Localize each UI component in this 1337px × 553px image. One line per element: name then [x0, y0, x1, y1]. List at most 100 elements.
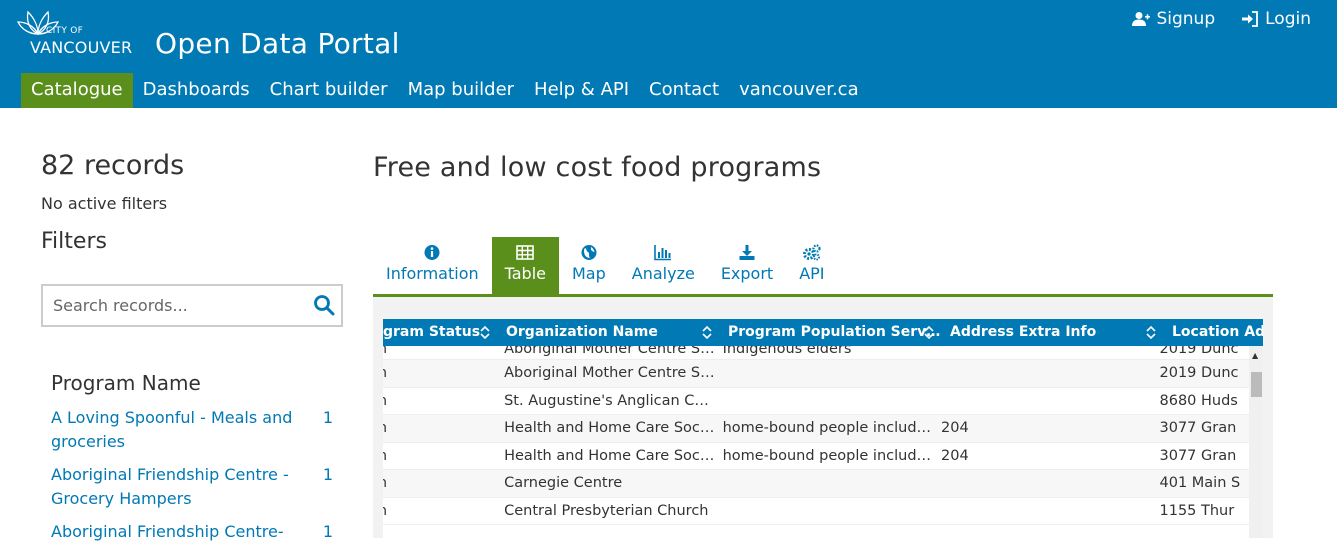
tab-map-label: Map [572, 264, 606, 283]
facet-item-count: 1 [322, 465, 333, 484]
table-cell: 1155 Thur [1159, 502, 1235, 519]
table-cell: 3077 Gran [1159, 420, 1237, 436]
table-cell: Health and Home Care Soci… [504, 420, 715, 436]
nav-chart-builder[interactable]: Chart builder [260, 73, 398, 108]
table-cell: Health and Home Care Soci… [504, 447, 715, 464]
active-filters-status: No active filters [41, 194, 168, 213]
table-cell: Aboriginal Mother Centre S… [504, 365, 715, 381]
bar-chart-icon [654, 245, 672, 261]
tab-export[interactable]: Export [708, 237, 786, 294]
signup-label: Signup [1156, 9, 1216, 29]
search-records-box [41, 284, 343, 327]
column-header-label: Address Extra Info [950, 324, 1097, 340]
table-cell: 401 Main S [1159, 475, 1241, 491]
city-of-vancouver-logo[interactable]: CITY OF VANCOUVER [16, 8, 134, 58]
facet-item[interactable]: Aboriginal Friendship Centre- 1 [51, 520, 341, 544]
table-cell [933, 360, 1151, 387]
sign-in-icon [1242, 11, 1259, 27]
sort-icon[interactable] [480, 325, 490, 340]
table-cell: en [383, 346, 496, 360]
table-row[interactable]: en Aboriginal Mother Centre S… 2019 Dunc [383, 360, 1249, 388]
table-cell: en [383, 388, 496, 415]
logo-city-text: CITY OF [46, 26, 84, 36]
column-header-program-population-served[interactable]: Program Population Serv… [720, 319, 942, 346]
table-cell: home-bound people includ… [722, 447, 932, 464]
nav-dashboards[interactable]: Dashboards [133, 73, 260, 108]
nav-help-api[interactable]: Help & API [524, 73, 639, 108]
table-cell: 204 [941, 420, 969, 436]
login-label: Login [1265, 9, 1311, 29]
user-plus-icon [1132, 12, 1151, 26]
gears-icon [802, 244, 821, 261]
tab-api[interactable]: API [786, 237, 837, 294]
search-records-input[interactable] [53, 286, 303, 325]
table-cell [715, 498, 933, 525]
globe-icon [581, 245, 597, 260]
column-header-label: Program Population Serv… [728, 324, 941, 340]
tab-map[interactable]: Map [559, 237, 619, 294]
table-row[interactable]: en Central Presbyterian Church 1155 Thur [383, 498, 1249, 525]
scroll-up-arrow-icon[interactable]: ▲ [1252, 351, 1258, 360]
nav-map-builder[interactable]: Map builder [398, 73, 524, 108]
table-row[interactable]: en Health and Home Care Soci… home-bound… [383, 443, 1249, 470]
column-header-organization-name[interactable]: Organization Name [498, 319, 720, 346]
facet-item[interactable]: Aboriginal Friendship Centre - Grocery H… [51, 463, 341, 511]
table-cell: en [383, 443, 496, 470]
auth-links: Signup Login [1132, 9, 1311, 29]
nav-catalogue[interactable]: Catalogue [21, 73, 133, 108]
facet-item-count: 1 [322, 522, 333, 541]
records-count: 82 records [41, 150, 185, 181]
table-cell [715, 388, 933, 415]
tab-table[interactable]: Table [491, 237, 559, 294]
table-cell: en [383, 415, 496, 442]
sort-icon[interactable] [924, 325, 934, 340]
sort-icon[interactable] [702, 325, 712, 340]
login-link[interactable]: Login [1241, 9, 1311, 29]
table-cell: home-bound people includ… [722, 420, 932, 436]
header: CITY OF VANCOUVER Open Data Portal Signu… [0, 0, 1337, 108]
column-header-label: Location Add [1172, 324, 1263, 340]
table-vertical-scrollbar[interactable]: ▲ [1249, 346, 1263, 538]
sort-icon[interactable] [1146, 325, 1156, 340]
nav-contact[interactable]: Contact [639, 73, 729, 108]
table-cell: Central Presbyterian Church [504, 502, 709, 519]
search-icon[interactable] [313, 294, 335, 316]
column-header-label: gram Status [383, 324, 481, 340]
facet-program-name-heading: Program Name [51, 371, 201, 395]
table-cell [715, 360, 933, 387]
table-cell [715, 470, 933, 497]
table-cell [933, 498, 1151, 525]
facet-item[interactable]: A Loving Spoonful - Meals and groceries … [51, 406, 341, 454]
records-table[interactable]: gram Status Organization Name Program Po… [383, 319, 1263, 538]
scrollbar-thumb[interactable] [1251, 372, 1262, 397]
tab-analyze[interactable]: Analyze [619, 237, 708, 294]
records-table-panel: gram Status Organization Name Program Po… [373, 297, 1273, 538]
facet-item-label: A Loving Spoonful - Meals and groceries [51, 408, 293, 451]
portal-title[interactable]: Open Data Portal [155, 27, 400, 60]
table-cell: 8680 Huds [1159, 392, 1238, 409]
column-header-program-status[interactable]: gram Status [383, 319, 498, 346]
column-header-address-extra-info[interactable]: Address Extra Info [942, 319, 1164, 346]
signup-link[interactable]: Signup [1132, 9, 1215, 29]
download-icon [739, 245, 755, 260]
table-cell [933, 388, 1151, 415]
column-header-label: Organization Name [506, 324, 658, 340]
tab-export-label: Export [720, 264, 774, 283]
tab-table-label: Table [504, 264, 546, 283]
table-cell: Carnegie Centre [504, 475, 623, 491]
table-row[interactable]: en Health and Home Care Soci… home-bound… [383, 415, 1249, 443]
table-body: en Aboriginal Mother Centre S… Indigenou… [383, 346, 1249, 525]
table-row[interactable]: en Carnegie Centre 401 Main S [383, 470, 1249, 498]
dataset-title: Free and low cost food programs [373, 152, 822, 183]
table-cell: 3077 Gran [1159, 447, 1237, 464]
table-cell: 2019 Dunc [1159, 365, 1239, 381]
facet-item-label: Aboriginal Friendship Centre- [51, 522, 284, 541]
facet-item-count: 1 [322, 408, 333, 427]
table-header: gram Status Organization Name Program Po… [383, 319, 1263, 346]
info-circle-icon [424, 245, 440, 260]
tab-information[interactable]: Information [373, 237, 492, 294]
column-header-location-address[interactable]: Location Add [1164, 319, 1263, 346]
nav-vancouver-ca[interactable]: vancouver.ca [729, 73, 869, 108]
table-row[interactable]: en Aboriginal Mother Centre S… Indigenou… [383, 346, 1249, 360]
table-row[interactable]: en St. Augustine's Anglican Ch… 8680 Hud… [383, 388, 1249, 415]
